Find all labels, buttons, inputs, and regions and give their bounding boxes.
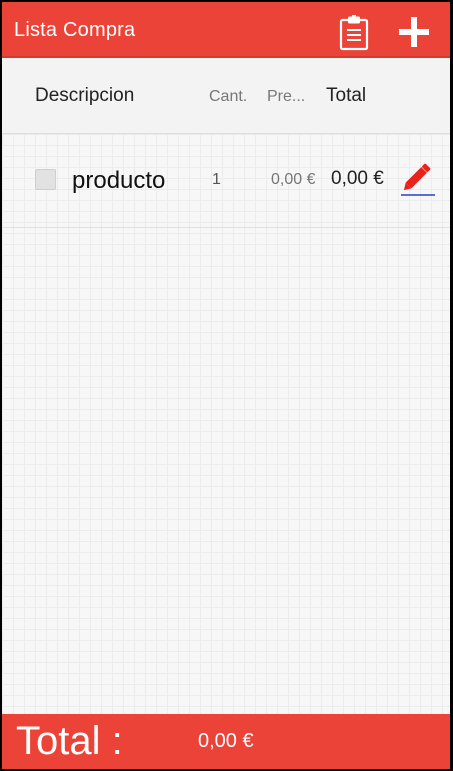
pencil-icon [401,163,435,196]
item-name: producto [72,167,166,194]
app-screen: Lista Compra Descripcion Cant. Pre... To… [2,2,450,769]
item-price: 0,00 € [271,171,316,188]
column-total: Total [326,85,367,106]
plus-icon [399,17,429,47]
column-price: Pre... [267,88,306,105]
footer-total-label: Total : [16,719,123,763]
clipboard-icon [339,15,369,51]
total-footer: Total : 0,00 € [2,714,450,769]
item-total: 0,00 € [331,168,384,189]
clipboard-button[interactable] [338,14,370,52]
add-item-button[interactable] [394,12,434,52]
column-description: Descripcion [35,85,135,106]
item-checkbox[interactable] [35,169,56,190]
item-quantity: 1 [212,171,221,188]
column-quantity: Cant. [209,88,248,105]
column-header: Descripcion Cant. Pre... Total [2,58,450,134]
footer-total-value: 0,00 € [198,730,254,752]
edit-item-button[interactable] [398,160,436,198]
app-title: Lista Compra [14,19,136,41]
list-item[interactable]: producto 1 0,00 € 0,00 € [2,134,450,228]
app-bar: Lista Compra [2,2,450,58]
